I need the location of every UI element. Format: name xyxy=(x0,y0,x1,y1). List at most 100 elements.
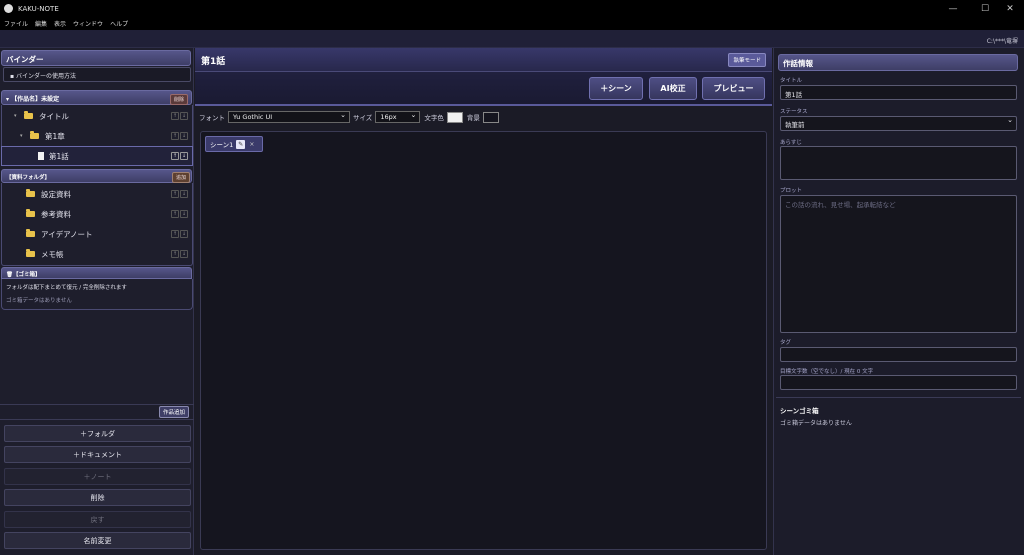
chevron-down-icon[interactable]: ▾ xyxy=(14,113,24,119)
add-scene-button[interactable]: ＋シーン xyxy=(589,77,643,100)
scene-trash-empty-text: ゴミ箱データはありません xyxy=(780,420,852,427)
preview-button[interactable]: プレビュー xyxy=(702,77,765,100)
plot-label: プロット xyxy=(780,188,803,194)
app-title: KAKU-NOTE xyxy=(18,4,59,13)
rename-button[interactable]: 名前変更 xyxy=(4,532,191,549)
chevron-down-icon[interactable]: ▾ xyxy=(20,133,30,139)
status-select[interactable]: 執筆前 xyxy=(780,116,1017,131)
minimize-button[interactable]: — xyxy=(937,0,969,17)
move-down-icon[interactable]: ↓ xyxy=(180,230,188,238)
materials-header: 【資料フォルダ】 xyxy=(1,169,192,183)
move-down-icon[interactable]: ↓ xyxy=(180,132,188,140)
add-note-button[interactable]: ＋ノート xyxy=(4,468,191,485)
reorder-arrows: ↑ ↓ xyxy=(171,210,188,218)
scene-trash-title: シーンゴミ箱 xyxy=(780,407,819,415)
move-up-icon[interactable]: ↑ xyxy=(171,250,179,258)
menu-edit[interactable]: 編集 xyxy=(35,19,47,28)
add-folder-button[interactable]: ＋フォルダ xyxy=(4,425,191,442)
ai-proofread-button[interactable]: AI校正 xyxy=(649,77,697,100)
reorder-arrows: ↑ ↓ xyxy=(171,112,188,120)
text-color-picker[interactable] xyxy=(446,111,463,123)
folder-icon xyxy=(26,249,35,257)
close-icon[interactable]: × xyxy=(249,141,254,148)
work-name: 【作品名】未設定 xyxy=(11,96,60,103)
material-label: メモ帳 xyxy=(41,249,64,259)
tag-label: タグ xyxy=(780,340,792,346)
move-down-icon[interactable]: ↓ xyxy=(180,152,188,160)
synopsis-textarea[interactable] xyxy=(780,146,1017,180)
tree-item-title[interactable]: ▾ タイトル ↑ ↓ xyxy=(2,106,192,126)
menu-bar: ファイル 編集 表示 ウィンドウ ヘルプ xyxy=(0,17,1024,30)
size-label: サイズ xyxy=(353,114,373,122)
move-down-icon[interactable]: ↓ xyxy=(180,250,188,258)
add-work-button[interactable]: 作品追加 xyxy=(159,406,190,418)
material-item[interactable]: メモ帳 ↑ ↓ xyxy=(2,244,192,264)
trash-note: フォルダは配下まとめて復元 / 完全削除されます xyxy=(6,285,127,291)
reorder-arrows: ↑ ↓ xyxy=(171,152,188,160)
path-bar: C:\***\竜塀 xyxy=(0,30,1024,48)
menu-window[interactable]: ウィンドウ xyxy=(73,19,103,28)
materials-add-button[interactable]: 追加 xyxy=(172,172,191,183)
pencil-icon[interactable]: ✎ xyxy=(236,139,246,149)
material-item[interactable]: アイデアノート ↑ ↓ xyxy=(2,224,192,244)
text-color-label: 文字色 xyxy=(424,114,444,122)
reorder-arrows: ↑ ↓ xyxy=(171,230,188,238)
move-down-icon[interactable]: ↓ xyxy=(180,210,188,218)
move-down-icon[interactable]: ↓ xyxy=(180,190,188,198)
size-select[interactable]: 16px xyxy=(375,111,421,123)
font-label: フォント xyxy=(199,114,225,122)
reorder-arrows: ↑ ↓ xyxy=(171,190,188,198)
font-select[interactable]: Yu Gothic UI xyxy=(228,111,350,123)
folder-icon xyxy=(26,229,35,237)
add-document-button[interactable]: ＋ドキュメント xyxy=(4,446,191,463)
title-bar: KAKU-NOTE — ☐ ✕ xyxy=(0,0,1024,17)
editor-canvas[interactable] xyxy=(200,131,767,550)
binder-help-link[interactable]: ▪ バインダーの使用方法 xyxy=(3,67,191,82)
background-color-picker[interactable] xyxy=(482,111,499,123)
move-down-icon[interactable]: ↓ xyxy=(180,112,188,120)
move-up-icon[interactable]: ↑ xyxy=(171,210,179,218)
tree-item-label: 第1話 xyxy=(49,151,69,161)
material-label: 参考資料 xyxy=(41,209,71,219)
move-up-icon[interactable]: ↑ xyxy=(171,112,179,120)
trash-empty-text: ゴミ箱データはありません xyxy=(6,298,72,304)
tree-item-chapter[interactable]: ▾ 第1章 ↑ ↓ xyxy=(2,126,192,146)
delete-button[interactable]: 削除 xyxy=(4,489,191,506)
mode-badge[interactable]: 執筆モード xyxy=(728,53,766,67)
menu-help[interactable]: ヘルプ xyxy=(110,19,128,28)
material-item[interactable]: 参考資料 ↑ ↓ xyxy=(2,204,192,224)
trash-header: 🗑【ゴミ箱】 xyxy=(1,267,192,279)
folder-icon xyxy=(26,209,35,217)
material-item[interactable]: 設定資料 ↑ ↓ xyxy=(2,184,192,204)
scene-tab[interactable]: シーン1 ✎ × xyxy=(205,136,263,152)
move-up-icon[interactable]: ↑ xyxy=(171,230,179,238)
title-label: タイトル xyxy=(780,78,803,84)
title-input[interactable]: 第1話 xyxy=(780,85,1017,100)
info-panel-header: 作話情報 xyxy=(778,54,1018,71)
tag-input[interactable] xyxy=(780,347,1017,362)
work-header[interactable]: ▾ 【作品名】未設定 xyxy=(1,90,192,105)
move-up-icon[interactable]: ↑ xyxy=(171,152,179,160)
folder-icon xyxy=(30,131,39,139)
move-up-icon[interactable]: ↑ xyxy=(171,190,179,198)
target-count-input[interactable] xyxy=(780,375,1017,390)
reorder-arrows: ↑ ↓ xyxy=(171,132,188,140)
material-label: アイデアノート xyxy=(41,229,93,239)
tree-item-label: タイトル xyxy=(39,111,69,121)
work-delete-button[interactable]: 削除 xyxy=(170,94,189,105)
folder-icon xyxy=(24,111,33,119)
folder-icon xyxy=(26,189,35,197)
menu-file[interactable]: ファイル xyxy=(4,19,28,28)
target-count-label: 目標文字数（空でなし）/ 現在 0 文字 xyxy=(780,369,874,375)
status-label: ステータス xyxy=(780,109,808,115)
plot-textarea[interactable]: この話の流れ、見せ場、起承転結など xyxy=(780,195,1017,333)
tree-item-episode[interactable]: 第1話 ↑ ↓ xyxy=(1,146,193,166)
undo-button[interactable]: 戻す xyxy=(4,511,191,528)
move-up-icon[interactable]: ↑ xyxy=(171,132,179,140)
font-settings-bar: フォント Yu Gothic UI サイズ 16px 文字色 背景 xyxy=(195,107,772,127)
tree-item-label: 第1章 xyxy=(45,131,65,141)
chapter-title: 第1話 xyxy=(201,57,226,67)
synopsis-label: あらすじ xyxy=(780,140,802,146)
menu-view[interactable]: 表示 xyxy=(54,19,66,28)
close-button[interactable]: ✕ xyxy=(996,0,1024,17)
